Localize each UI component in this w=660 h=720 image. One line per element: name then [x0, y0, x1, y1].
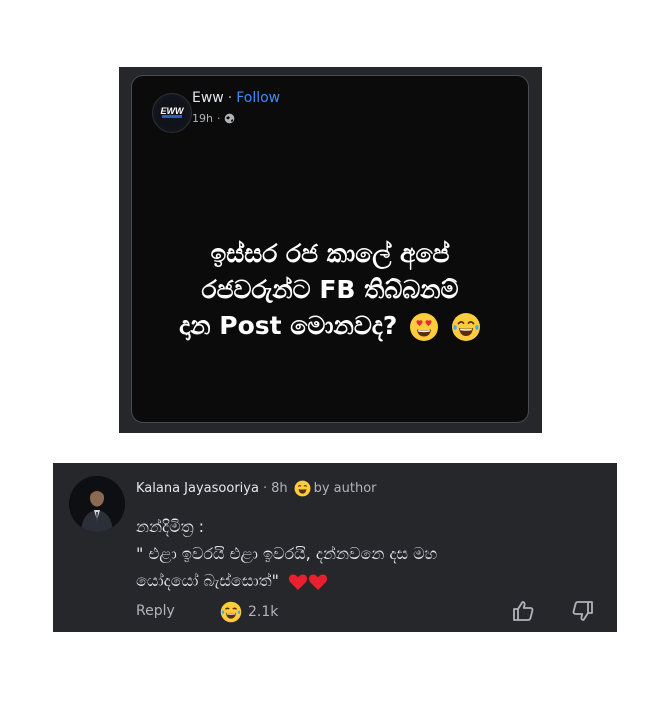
commenter-name[interactable]: Kalana Jayasooriya: [136, 481, 259, 496]
comment-line: යෝදයෝ බැස්සොත්": [136, 571, 279, 590]
separator-dot: ·: [262, 481, 268, 496]
laughing-icon: [220, 601, 242, 623]
comment-time[interactable]: 8h: [271, 481, 288, 496]
like-button[interactable]: [511, 599, 535, 627]
page-name-row: Eww · Follow: [192, 90, 280, 106]
reaction-summary[interactable]: 2.1k: [220, 601, 278, 623]
comment-line: " එළා ඉවරයි එළා ඉවරයි, දන්නවනෙ දස මහ: [136, 544, 438, 563]
post-text: ඉස්සර රජ කාලේ අපේ රජවරුන්ට FB තිබ්බනම් ද…: [132, 236, 528, 344]
dislike-button[interactable]: [571, 599, 595, 627]
post-time[interactable]: 19h: [192, 112, 213, 125]
comment-line-3: යෝදයෝ බැස්සොත්": [136, 567, 596, 594]
heart-eyes-icon: [410, 313, 439, 341]
author-badge-label: by author: [313, 481, 377, 496]
post-text-line-3: දාන Post මොනවද?: [132, 308, 528, 344]
separator-dot: ·: [216, 112, 221, 125]
page-name[interactable]: Eww: [192, 90, 224, 106]
comment-header: Kalana Jayasooriya · 8h by author: [136, 480, 377, 497]
comment-line: නන්දිමිත්‍ර :: [136, 517, 205, 536]
page-logo-icon: EWW: [156, 97, 188, 129]
svg-text:EWW: EWW: [161, 106, 185, 116]
thumbs-up-icon: [513, 601, 534, 621]
commenter-avatar[interactable]: [69, 476, 125, 532]
red-heart-icon: [288, 574, 308, 590]
laughing-tears-icon: [451, 313, 480, 341]
comment-screenshot: Kalana Jayasooriya · 8h by author නන්දිම…: [53, 463, 617, 632]
globe-icon: [225, 113, 235, 124]
author-badge-icon: [294, 480, 311, 497]
post-text-line: ඉස්සර රජ කාලේ අපේ: [210, 239, 450, 268]
reaction-count: 2.1k: [248, 604, 279, 620]
post-screenshot: EWW Eww · Follow 19h · ඉස්සර රජ කාලේ අපේ ර…: [119, 67, 542, 433]
page-avatar[interactable]: EWW: [152, 93, 192, 133]
post-meta: 19h ·: [192, 112, 235, 125]
post-card: EWW Eww · Follow 19h · ඉස්සර රජ කාලේ අපේ ර…: [131, 75, 529, 423]
profile-photo: [69, 476, 125, 532]
follow-button[interactable]: Follow: [236, 90, 280, 106]
post-text-line: රජවරුන්ට FB තිබ්බනම්: [201, 275, 459, 304]
comment-body: නන්දිමිත්‍ර : " එළා ඉවරයි එළා ඉවරයි, දන්…: [136, 513, 596, 594]
red-heart-icon: [308, 574, 328, 590]
post-text-line: දාන Post මොනවද?: [179, 311, 398, 340]
separator-dot: ·: [227, 90, 233, 106]
reply-button[interactable]: Reply: [136, 603, 175, 619]
thumbs-down-icon: [572, 601, 593, 621]
